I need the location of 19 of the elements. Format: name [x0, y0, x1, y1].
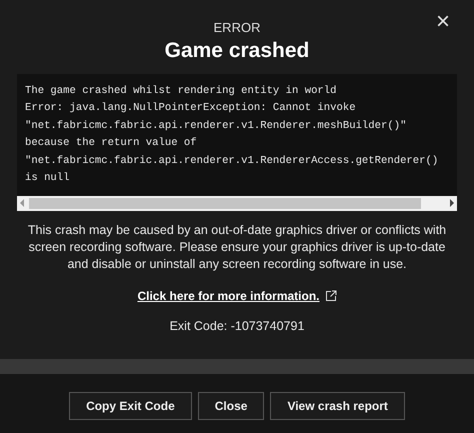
- crash-message: This crash may be caused by an out-of-date graphics driver or conflicts with screen recording software. Please ensure your graphics driver is up-to-date and disable or uninstall any screen recording software in use.: [26, 222, 448, 273]
- log-line: Error: java.lang.NullPointerException: Cannot invoke: [25, 101, 357, 116]
- horizontal-scrollbar[interactable]: [17, 196, 457, 211]
- dialog-button[interactable]: Copy Exit Code: [69, 392, 192, 420]
- log-line: "net.fabricmc.fabric.api.renderer.v1.Renderer.meshBuilder()": [25, 118, 408, 134]
- error-label: ERROR: [214, 19, 260, 37]
- more-info-link[interactable]: Click here for more information.: [137, 286, 320, 305]
- right-arrow-icon[interactable]: [449, 199, 455, 208]
- scrollbar-thumb[interactable]: [29, 198, 421, 209]
- exit-code: Exit Code: -1073740791: [168, 318, 306, 335]
- log-line: "net.fabricmc.fabric.api.renderer.v1.RendererAccess.getRenderer(): [25, 154, 440, 169]
- dialog-button[interactable]: Close: [198, 392, 264, 420]
- dialog-button[interactable]: View crash report: [270, 392, 405, 420]
- log-line: The game crashed whilst rendering entity in world: [25, 84, 338, 99]
- log-line: because the return value of: [25, 136, 198, 152]
- external-link-icon: [324, 290, 337, 302]
- log-line: is null: [25, 171, 71, 186]
- dialog-title: Game crashed: [164, 38, 310, 64]
- close-button[interactable]: ×: [436, 10, 450, 34]
